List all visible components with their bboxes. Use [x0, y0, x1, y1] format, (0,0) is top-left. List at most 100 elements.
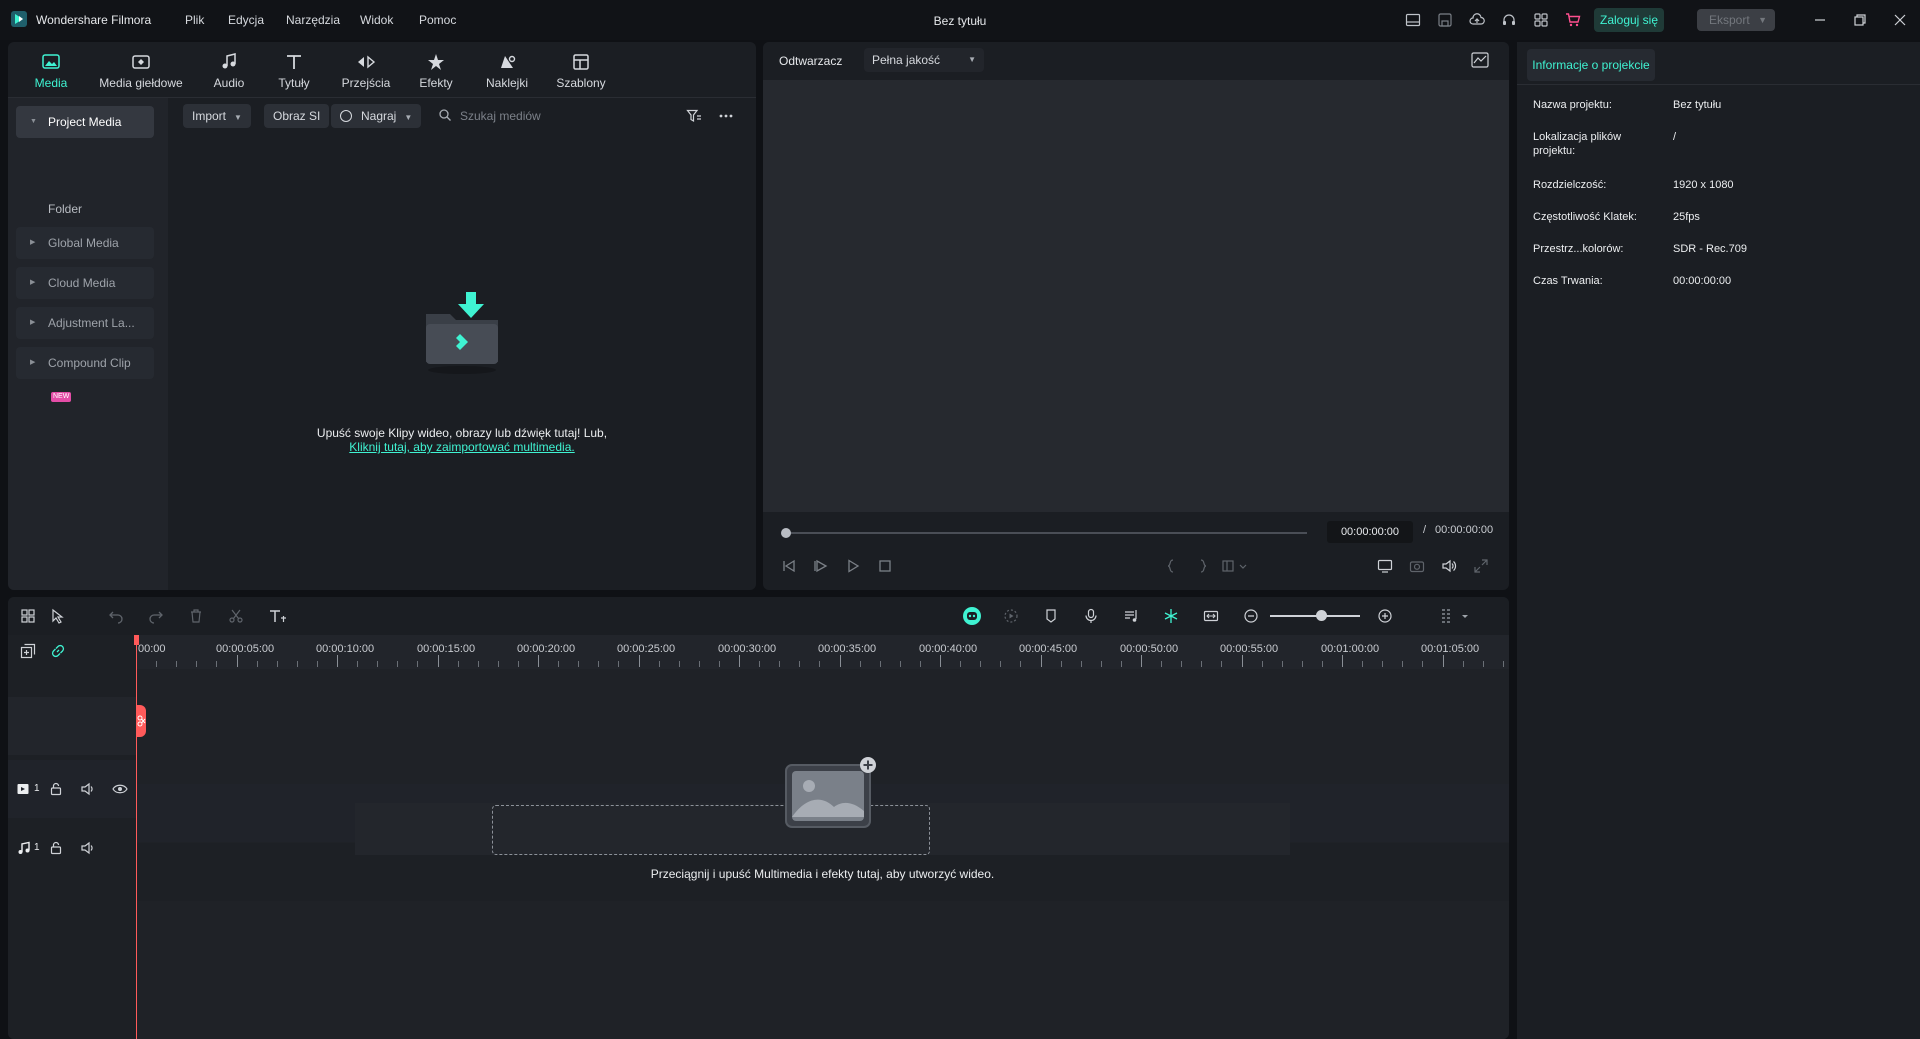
redo-icon[interactable] [148, 608, 164, 624]
tab-stickers[interactable]: Naklejki [482, 52, 532, 94]
scopes-icon[interactable] [1471, 52, 1489, 68]
layout-grid-icon[interactable] [20, 608, 36, 624]
audio-mix-icon[interactable] [1123, 608, 1139, 624]
volume-icon[interactable] [1441, 558, 1457, 574]
tab-titles-label: Tytuły [278, 76, 310, 90]
record-button[interactable]: Nagraj ▼ [331, 104, 422, 128]
playhead-scissors-handle[interactable] [136, 705, 146, 737]
render-preview-icon[interactable] [1003, 608, 1019, 624]
ruler-label: 00:00:35:00 [818, 643, 877, 655]
sidebar-item-label: Adjustment La... [48, 316, 135, 330]
preview-header: Odtwarzacz Pełna jakość ▼ [763, 42, 1509, 80]
import-folder-illustration-icon[interactable] [414, 284, 510, 376]
cloud-upload-icon[interactable] [1469, 12, 1485, 28]
headset-support-icon[interactable] [1501, 12, 1517, 28]
text-tool-icon[interactable] [268, 608, 288, 624]
menu-tools[interactable]: Narzędzia [286, 13, 340, 27]
ai-image-button[interactable]: Obraz SI [264, 104, 330, 128]
mark-in-icon[interactable] [1163, 558, 1179, 574]
zoom-in-icon[interactable] [1377, 608, 1393, 624]
menu-view[interactable]: Widok [360, 13, 393, 27]
tab-stock-media-label: Media giełdowe [99, 76, 183, 90]
fit-timeline-icon[interactable] [1203, 608, 1219, 624]
track-layout-menu-icon[interactable] [1440, 608, 1474, 624]
login-button[interactable]: Zaloguj się [1594, 8, 1664, 32]
microphone-icon[interactable] [1083, 608, 1099, 624]
timeline-ruler[interactable]: 00:00 00:00:05:00 00:00:10:00 00:00:15:0… [136, 635, 1509, 669]
restore-icon[interactable] [1852, 12, 1868, 28]
menu-edit[interactable]: Edycja [228, 13, 264, 27]
tab-stock-media[interactable]: Media giełdowe [96, 52, 186, 94]
menu-help[interactable]: Pomoc [419, 13, 456, 27]
play-icon[interactable] [845, 558, 861, 574]
cut-scissors-icon[interactable] [228, 608, 244, 624]
quality-select[interactable]: Pełna jakość ▼ [864, 48, 984, 72]
marker-icon[interactable] [1043, 608, 1059, 624]
playhead-handle[interactable] [134, 635, 139, 645]
more-options-icon[interactable] [718, 108, 734, 124]
music-note-icon [16, 840, 32, 856]
playhead[interactable] [136, 635, 137, 1039]
minimize-icon[interactable] [1812, 12, 1828, 28]
export-button[interactable]: Eksport ▼ [1697, 9, 1775, 31]
search-icon [438, 108, 452, 122]
undo-icon[interactable] [108, 608, 124, 624]
ai-assistant-icon[interactable] [962, 606, 982, 626]
info-label-resolution: Rozdzielczość: [1533, 179, 1607, 191]
zoom-out-icon[interactable] [1243, 608, 1259, 624]
tab-transitions[interactable]: Przejścia [338, 52, 394, 94]
save-icon[interactable] [1437, 12, 1453, 28]
tab-media[interactable]: Media [30, 52, 72, 94]
preview-canvas[interactable] [763, 80, 1509, 512]
import-button[interactable]: Import ▼ [183, 104, 251, 128]
scrubber-handle[interactable] [781, 528, 791, 538]
zoom-slider-handle[interactable] [1316, 610, 1327, 621]
filter-icon[interactable] [686, 108, 702, 124]
link-icon[interactable] [50, 643, 66, 659]
close-icon[interactable] [1892, 12, 1908, 28]
select-pointer-icon[interactable] [50, 608, 66, 624]
add-track-icon[interactable] [20, 643, 36, 659]
lock-icon[interactable] [48, 840, 64, 856]
search-input[interactable]: Szukaj mediów [460, 109, 541, 123]
import-media-link[interactable]: Kliknij tutaj, aby zaimportować multimed… [168, 440, 756, 454]
delete-icon[interactable] [188, 608, 204, 624]
mark-out-icon[interactable] [1195, 558, 1211, 574]
insert-mode-icon[interactable] [1221, 558, 1249, 574]
volume-icon[interactable] [80, 781, 96, 797]
snapshot-camera-icon[interactable] [1409, 558, 1425, 574]
sidebar-item-cloud-media[interactable]: ▶ Cloud Media [16, 267, 154, 299]
info-label-color-space: Przestrz...kolorów: [1533, 243, 1624, 255]
tab-audio[interactable]: Audio [204, 52, 254, 94]
zoom-slider[interactable] [1270, 615, 1360, 617]
info-value-file-location: / [1673, 131, 1677, 143]
stop-icon[interactable] [877, 558, 893, 574]
volume-icon[interactable] [80, 840, 96, 856]
info-value-resolution: 1920 x 1080 [1673, 179, 1734, 191]
play-backward-icon[interactable] [813, 558, 829, 574]
tab-effects[interactable]: Efekty [413, 52, 459, 94]
lock-icon[interactable] [48, 781, 64, 797]
tab-titles[interactable]: Tytuły [271, 52, 317, 94]
current-timecode[interactable]: 00:00:00:00 [1327, 521, 1413, 543]
effects-icon [426, 52, 446, 72]
sidebar-item-compound-clip[interactable]: ▶ Compound Clip NEW [16, 347, 154, 402]
fullscreen-icon[interactable] [1473, 558, 1489, 574]
sidebar-item-adjustment-layer[interactable]: ▶ Adjustment La... [16, 307, 154, 339]
sidebar-item-folder[interactable]: Folder [48, 202, 128, 222]
cart-icon[interactable] [1565, 12, 1581, 28]
tab-templates[interactable]: Szablony [553, 52, 609, 94]
apps-grid-icon[interactable] [1533, 12, 1549, 28]
tab-project-info[interactable]: Informacje o projekcie [1527, 49, 1655, 81]
add-media-image-icon[interactable] [776, 757, 880, 833]
layout-icon[interactable] [1405, 12, 1421, 28]
sidebar-item-project-media[interactable]: ▼ Project Media [16, 106, 154, 138]
sidebar-item-global-media[interactable]: ▶ Global Media [16, 227, 154, 259]
display-icon[interactable] [1377, 558, 1393, 574]
eye-icon[interactable] [112, 781, 128, 797]
menu-file[interactable]: Plik [185, 13, 204, 27]
music-note-icon [219, 52, 239, 72]
previous-frame-icon[interactable] [781, 558, 797, 574]
auto-snap-icon[interactable] [1163, 608, 1179, 624]
preview-scrubber[interactable] [787, 532, 1307, 534]
